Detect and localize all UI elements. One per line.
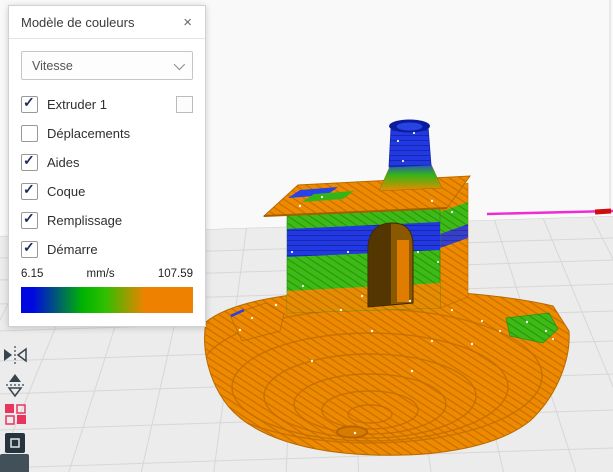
checkbox-label: Déplacements (47, 126, 131, 141)
doorway-inner-pillar (397, 240, 409, 302)
structure-checkbox-list: Extruder 1 Déplacements Aides Coque Remp… (9, 88, 205, 264)
checkbox[interactable] (21, 239, 38, 258)
checkbox[interactable] (21, 125, 38, 142)
color-scheme-dropdown[interactable]: Vitesse (21, 51, 193, 80)
speed-gradient-bar (21, 287, 193, 313)
speed-max-value: 107.59 (157, 268, 193, 280)
checkbox-row-starts[interactable]: Démarre (9, 235, 205, 264)
slicer-preview-window: Modèle de couleurs × Vitesse Extruder 1 … (0, 0, 613, 472)
color-scheme-value: Vitesse (32, 58, 73, 73)
checkbox-row-helpers[interactable]: Aides (9, 148, 205, 177)
mirror-horizontal-icon (4, 346, 27, 364)
mirror-horizontal-tool-button[interactable] (1, 341, 29, 369)
mirror-vertical-icon (6, 374, 24, 398)
mirror-vertical-tool-button[interactable] (1, 371, 29, 399)
speed-unit: mm/s (86, 268, 115, 280)
speed-min-value: 6.15 (21, 268, 44, 280)
hull-bottom-ring (336, 425, 368, 439)
checkbox[interactable] (21, 210, 38, 229)
per-model-settings-icon (5, 404, 26, 425)
close-icon[interactable]: × (182, 15, 193, 30)
speed-legend-labels: 6.15 mm/s 107.59 (9, 264, 205, 280)
checkbox-row-infill[interactable]: Remplissage (9, 206, 205, 235)
checkbox-label: Extruder 1 (47, 97, 107, 112)
checkbox-row-extruder-1[interactable]: Extruder 1 (9, 90, 205, 119)
color-scheme-dropdown-wrap: Vitesse (9, 39, 205, 88)
color-scheme-panel: Modèle de couleurs × Vitesse Extruder 1 … (8, 5, 206, 327)
panel-header: Modèle de couleurs × (9, 6, 205, 38)
doorway-shadow (368, 223, 391, 307)
chimney-opening (396, 122, 423, 131)
checkbox[interactable] (21, 152, 38, 171)
checkbox-label: Démarre (47, 242, 98, 257)
support-blocker-tool-button[interactable] (1, 429, 29, 457)
chevron-down-icon (173, 58, 186, 70)
extruder-color-swatch[interactable] (176, 96, 193, 113)
checkbox-row-travels[interactable]: Déplacements (9, 119, 205, 148)
checkbox-label: Aides (47, 155, 80, 170)
panel-title: Modèle de couleurs (21, 15, 135, 30)
checkbox[interactable] (21, 94, 38, 113)
checkbox-label: Coque (47, 184, 86, 199)
per-model-settings-tool-button[interactable] (1, 400, 29, 428)
support-blocker-icon (5, 433, 25, 453)
checkbox-label: Remplissage (47, 213, 123, 228)
corner-tool-button[interactable] (0, 454, 29, 472)
checkbox[interactable] (21, 181, 38, 200)
red-line-segment (594, 208, 612, 215)
checkbox-row-shell[interactable]: Coque (9, 177, 205, 206)
